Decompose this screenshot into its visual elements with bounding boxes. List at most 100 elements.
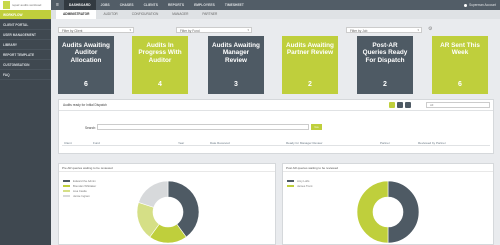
audits-select[interactable]: All — [426, 102, 490, 108]
sidebar-item-library[interactable]: LIBRARY — [0, 40, 51, 50]
user-icon — [464, 3, 468, 7]
list-view-icon[interactable] — [389, 102, 395, 108]
donut-slice-amy-lofts[interactable] — [387, 180, 420, 244]
legend-label: Amy Lofts — [297, 179, 310, 183]
user-menu[interactable]: Superman Account — [464, 0, 496, 10]
user-name: Superman Account — [469, 3, 496, 7]
sidebar-item-report-template[interactable]: REPORT TEMPLATE — [0, 50, 51, 60]
chart-title: Post AR queries waiting to be reviewed — [286, 166, 339, 170]
sidebar-item-client-portal[interactable]: CLIENT PORTAL — [0, 20, 51, 30]
card-value: 2 — [383, 81, 387, 88]
chevron-down-icon: ▾ — [129, 28, 131, 32]
card-awaiting-allocation[interactable]: Audits Awaiting Auditor Allocation 6 — [58, 36, 114, 94]
chevron-down-icon: ▾ — [247, 28, 249, 32]
sidebar: WORKFLOW CLIENT PORTAL USER MANAGEMENT L… — [0, 10, 51, 245]
legend-label: Lisa Castle — [73, 189, 87, 193]
audits-panel: Audits ready for Initial Dispatch All Se… — [58, 99, 494, 154]
pre-ar-donut-chart — [136, 180, 200, 244]
divider — [59, 110, 493, 111]
chart-legend: Amy Lofts James Trent — [287, 179, 312, 189]
column-header-partner[interactable]: Partner — [380, 141, 390, 145]
topnav-reports[interactable]: REPORTS — [163, 0, 189, 10]
top-bar: repair audits workload ≡ DASHBOARD JOBS … — [0, 0, 500, 10]
pre-ar-chart-panel: Pre AR queries waiting to be reviewed Ed… — [58, 163, 276, 245]
search-label: Search: — [85, 126, 96, 130]
card-value: 2 — [308, 81, 312, 88]
card-title: Post-AR Queries Ready For Dispatch — [362, 42, 408, 64]
settings-icon[interactable]: ⚙ — [428, 27, 432, 32]
topnav-timesheet[interactable]: TIMESHEET — [220, 0, 249, 10]
card-title: Audits In Progress With Auditor — [138, 42, 182, 64]
card-ar-sent[interactable]: AR Sent This Week 6 — [432, 36, 488, 94]
card-title: Audits Awaiting Auditor Allocation — [62, 42, 110, 64]
search-input[interactable] — [97, 124, 309, 130]
legend-swatch — [63, 194, 70, 198]
card-value: 4 — [158, 81, 162, 88]
topnav-chases[interactable]: CHASES — [115, 0, 139, 10]
post-ar-donut-chart — [356, 180, 420, 244]
column-header-date-received[interactable]: Date Received — [210, 141, 230, 145]
sub-nav: ADMINISTRATOR AUDITOR CONFIGURATION MANA… — [51, 10, 500, 19]
menu-icon[interactable]: ≡ — [55, 2, 60, 8]
legend-swatch — [63, 184, 70, 188]
legend-label: James Trent — [297, 184, 313, 188]
divider — [283, 171, 493, 172]
legend-item: Brendan Whittaker — [63, 184, 96, 188]
top-nav: DASHBOARD JOBS CHASES CLIENTS REPORTS EM… — [64, 0, 249, 10]
card-manager-review[interactable]: Audits Awaiting Manager Review 3 — [208, 36, 264, 94]
legend-item: Lisa Castle — [63, 189, 96, 193]
card-title: Audits Awaiting Partner Review — [286, 42, 334, 57]
card-post-ar-queries[interactable]: Post-AR Queries Ready For Dispatch 2 — [357, 36, 413, 94]
legend-label: Brendan Whittaker — [73, 184, 97, 188]
legend-item: Edward the Admin — [63, 179, 96, 183]
legend-item: Jamie Ingram — [63, 194, 96, 198]
card-value: 6 — [84, 81, 88, 88]
donut-slice-james-trent[interactable] — [356, 180, 389, 244]
card-partner-review[interactable]: Audits Awaiting Partner Review 2 — [282, 36, 338, 94]
card-in-progress[interactable]: Audits In Progress With Auditor 4 — [132, 36, 188, 94]
export-icon[interactable] — [405, 102, 411, 108]
legend-swatch — [287, 184, 294, 188]
divider — [59, 171, 275, 172]
table-header: Client Fund Year Date Received Ready for… — [62, 141, 490, 146]
legend-swatch — [63, 189, 70, 193]
legend-label: Edward the Admin — [73, 179, 96, 183]
column-header-fund[interactable]: Fund — [93, 141, 100, 145]
tab-manager[interactable]: MANAGER — [165, 10, 195, 19]
sidebar-item-user-management[interactable]: USER MANAGEMENT — [0, 30, 51, 40]
topnav-clients[interactable]: CLIENTS — [139, 0, 163, 10]
search-button[interactable]: Go — [311, 124, 322, 130]
card-value: 6 — [458, 81, 462, 88]
chart-legend: Edward the Admin Brendan Whittaker Lisa … — [63, 179, 96, 199]
chevron-down-icon: ▾ — [417, 28, 419, 32]
column-header-ready-for-manager-review[interactable]: Ready for Manager Review — [286, 141, 322, 145]
card-title: Audits Awaiting Manager Review — [212, 42, 260, 64]
topnav-jobs[interactable]: JOBS — [96, 0, 115, 10]
tab-auditor[interactable]: AUDITOR — [96, 10, 124, 19]
donut-slice-jamie-ingram[interactable] — [138, 180, 169, 208]
job-filter-label: Filter by Job — [350, 29, 368, 33]
column-header-client[interactable]: Client — [64, 141, 72, 145]
legend-swatch — [287, 179, 294, 183]
tab-partner[interactable]: PARTNER — [195, 10, 224, 19]
topnav-dashboard[interactable]: DASHBOARD — [64, 0, 96, 10]
sidebar-item-customisation[interactable]: CUSTOMISATION — [0, 60, 51, 70]
card-value: 3 — [234, 81, 238, 88]
column-header-reviewed-by-partner[interactable]: Reviewed by Partner — [418, 141, 446, 145]
client-filter-label: Filter by Client — [62, 29, 83, 33]
sidebar-item-workflow[interactable]: WORKFLOW — [0, 10, 51, 20]
grid-view-icon[interactable] — [397, 102, 403, 108]
legend-item: James Trent — [287, 184, 312, 188]
logo-mark — [3, 1, 10, 9]
legend-item: Amy Lofts — [287, 179, 312, 183]
logo-text: repair audits workload — [12, 3, 42, 7]
tab-configuration[interactable]: CONFIGURATION — [125, 10, 166, 19]
sidebar-item-faq[interactable]: FAQ — [0, 70, 51, 80]
legend-swatch — [63, 179, 70, 183]
column-header-year[interactable]: Year — [178, 141, 184, 145]
topnav-employees[interactable]: EMPLOYEES — [189, 0, 220, 10]
card-title: AR Sent This Week — [440, 42, 480, 57]
tab-administrator[interactable]: ADMINISTRATOR — [56, 10, 97, 19]
logo[interactable]: repair audits workload — [0, 0, 51, 10]
panel-title: Audits ready for Initial Dispatch — [63, 103, 107, 107]
